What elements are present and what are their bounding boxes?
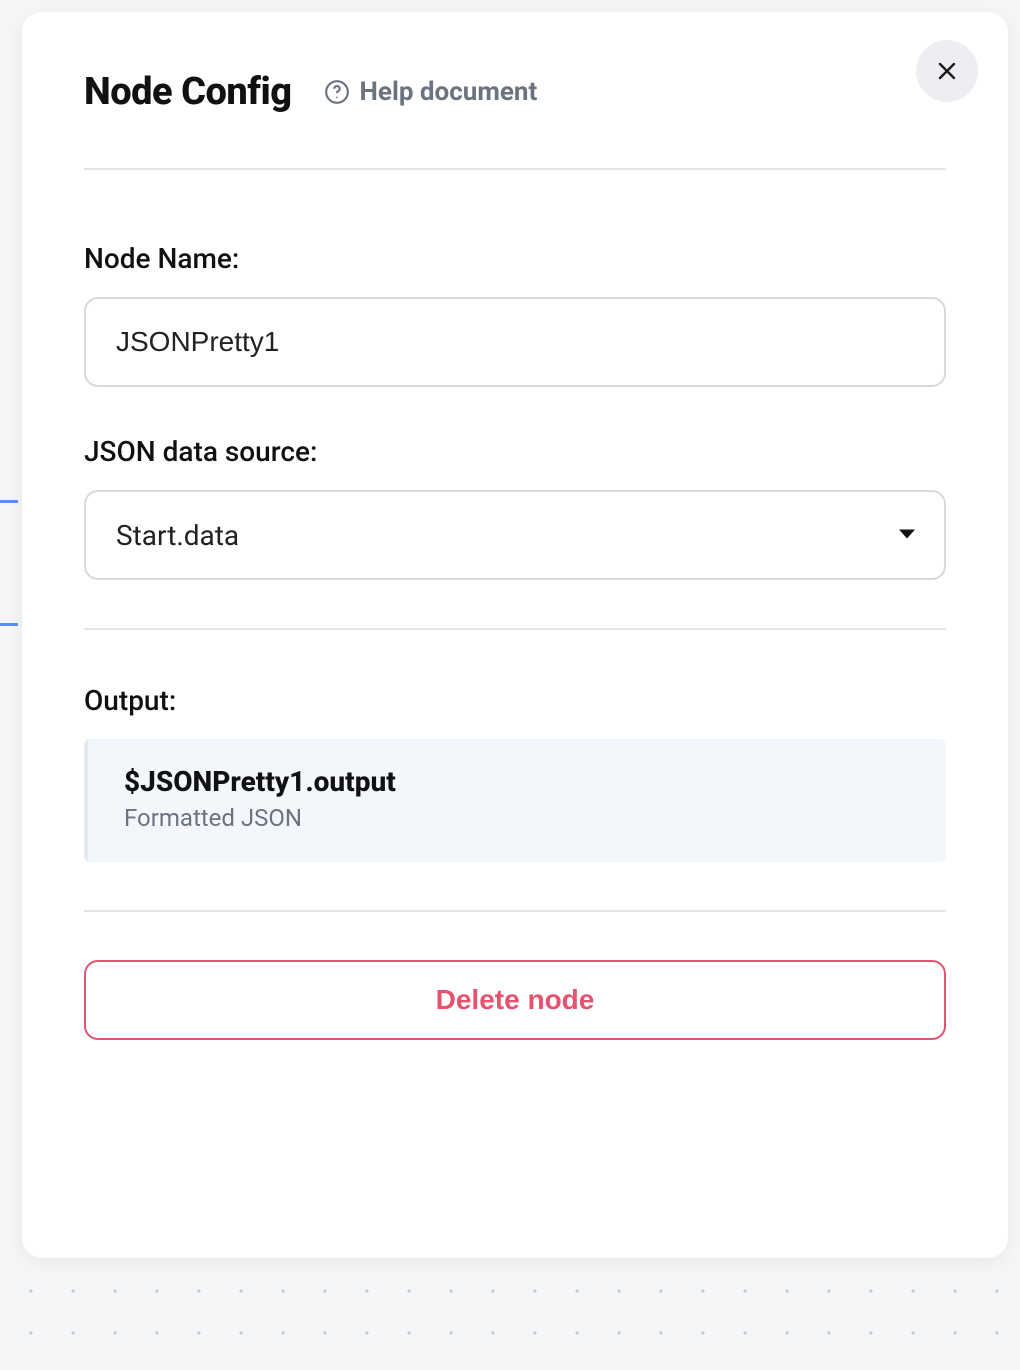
form-section: Node Name: JSON data source: Start.data — [84, 170, 946, 580]
node-name-label: Node Name: — [84, 242, 946, 275]
output-variable: $JSONPretty1.output — [124, 765, 910, 798]
output-section: Output: $JSONPretty1.output Formatted JS… — [84, 630, 946, 910]
node-name-input[interactable] — [84, 297, 946, 387]
panel-header: Node Config Help document — [84, 70, 946, 170]
help-document-link[interactable]: Help document — [324, 77, 538, 107]
data-source-select[interactable]: Start.data — [84, 490, 946, 580]
help-link-label: Help document — [360, 77, 538, 107]
node-config-panel: Node Config Help document Node Name: JSO… — [22, 12, 1008, 1258]
help-icon — [324, 79, 350, 105]
data-source-value: Start.data — [116, 519, 239, 552]
output-label: Output: — [84, 684, 946, 717]
node-name-field: Node Name: — [84, 242, 946, 387]
close-icon — [935, 59, 959, 83]
delete-section: Delete node — [84, 912, 946, 1040]
data-source-label: JSON data source: — [84, 435, 946, 468]
output-description: Formatted JSON — [124, 804, 910, 832]
delete-node-button[interactable]: Delete node — [84, 960, 946, 1040]
data-source-field: JSON data source: Start.data — [84, 435, 946, 580]
close-button[interactable] — [916, 40, 978, 102]
node-edge-indicator — [0, 500, 18, 626]
output-box: $JSONPretty1.output Formatted JSON — [84, 739, 946, 862]
panel-title: Node Config — [84, 70, 292, 114]
